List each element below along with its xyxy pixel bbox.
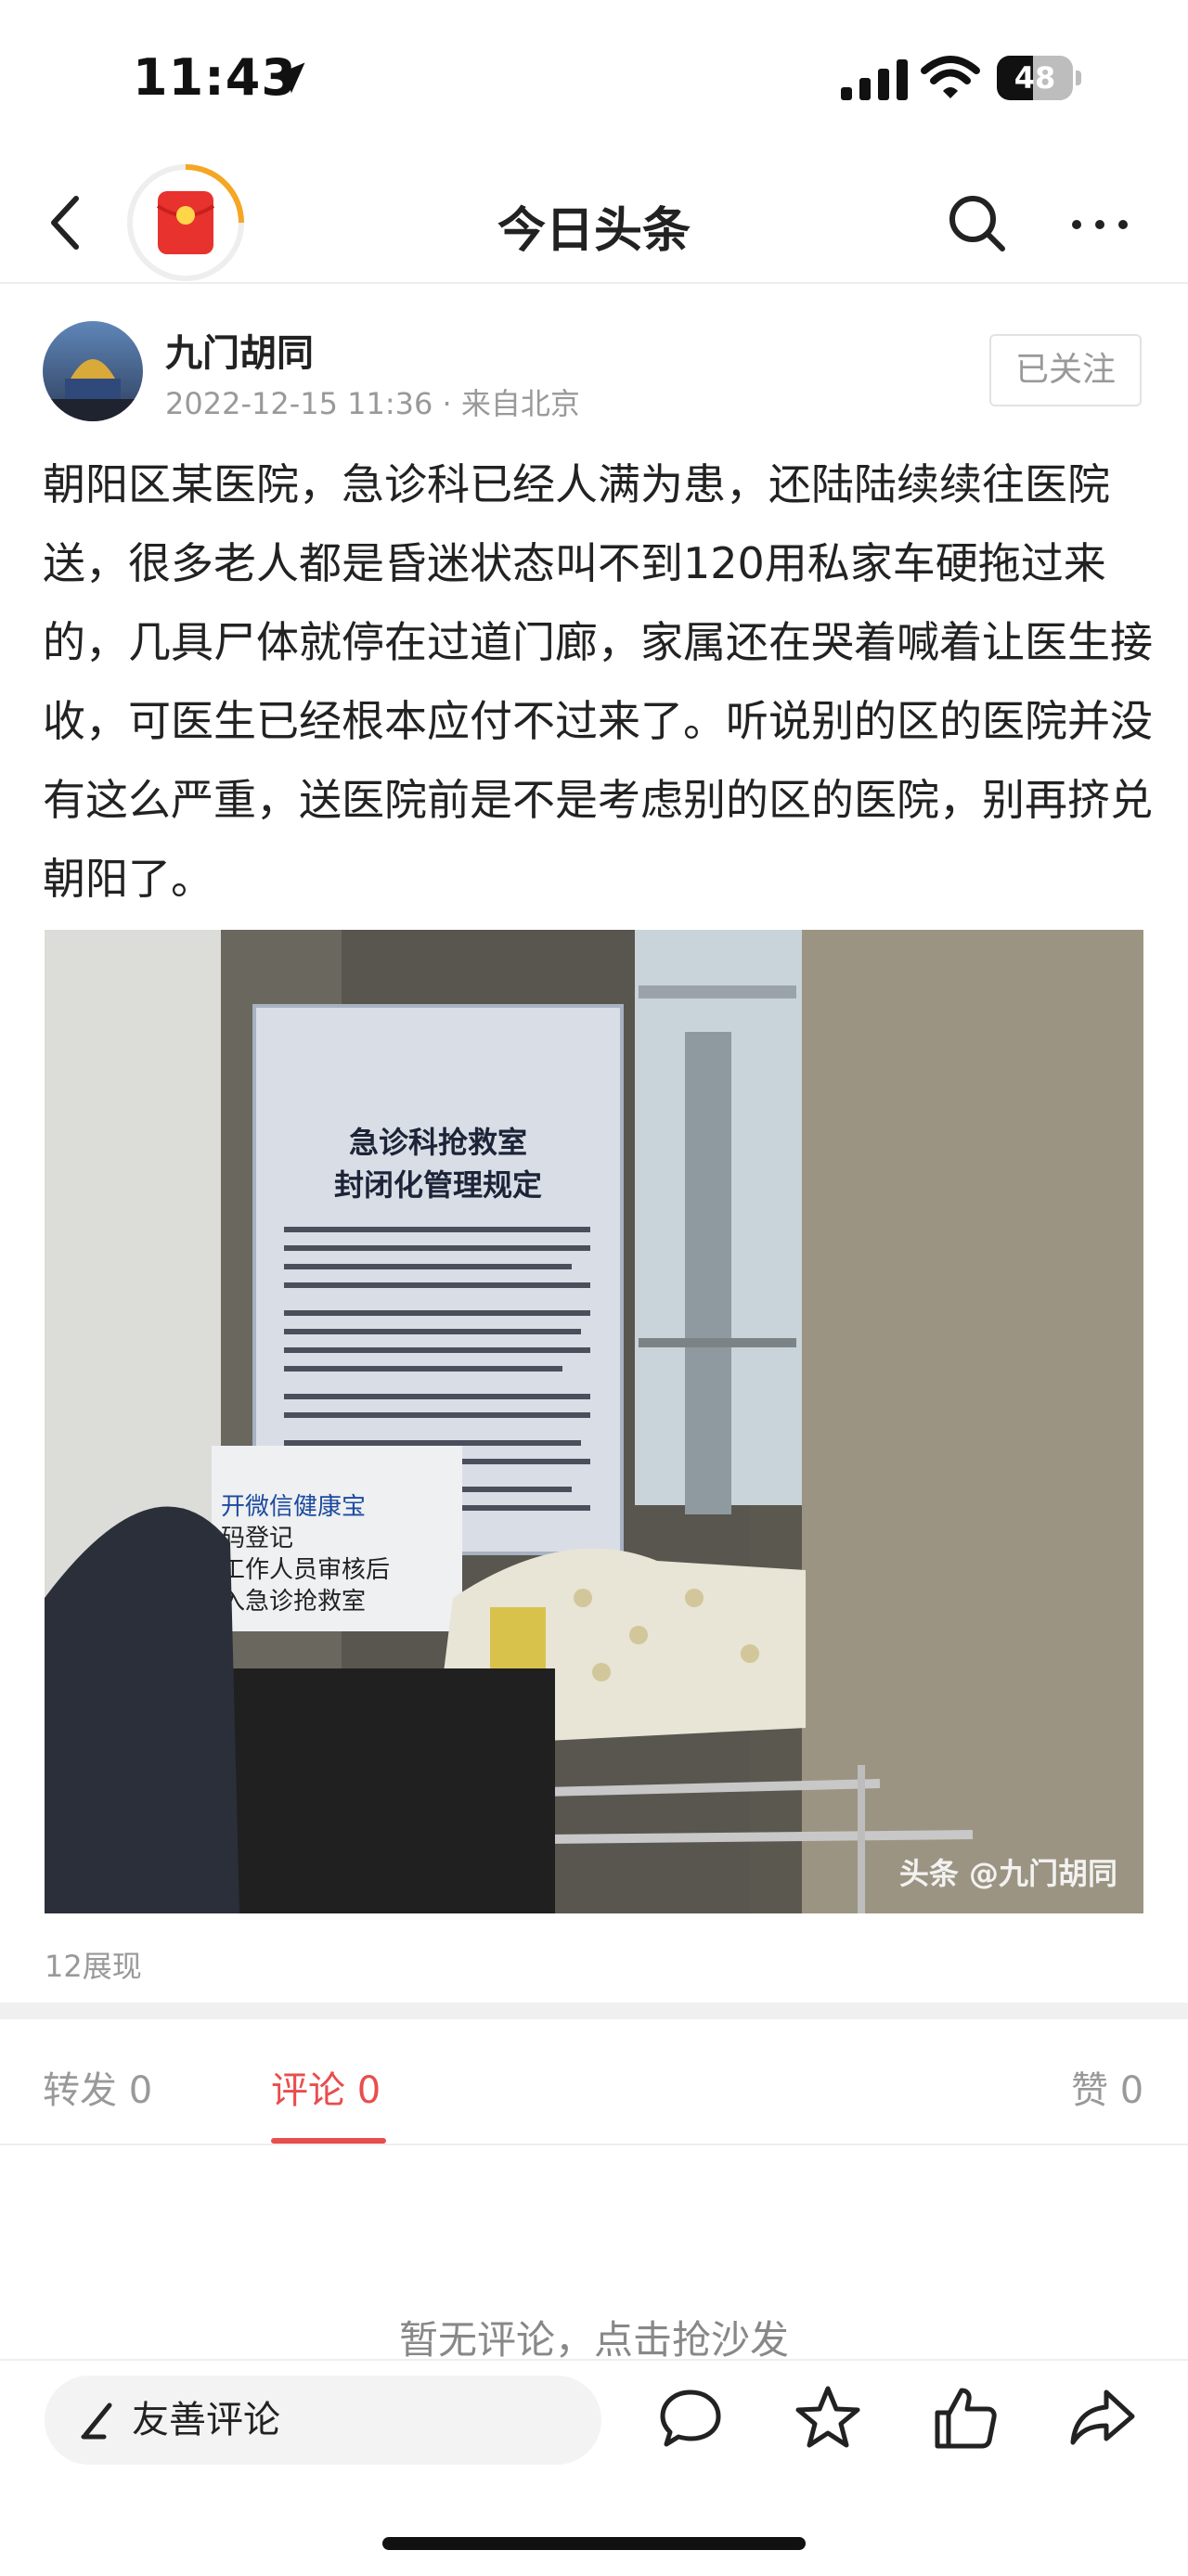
view-count: 12展现 bbox=[45, 1949, 142, 1984]
wifi-icon bbox=[921, 56, 980, 98]
side-sign-line-3: 工作人员审核后 bbox=[221, 1556, 390, 1584]
tab-comments[interactable]: 评论 0 bbox=[271, 2060, 381, 2114]
image-watermark: 头条 @九门胡同 bbox=[898, 1856, 1117, 1891]
sign-title-2: 封闭化管理规定 bbox=[334, 1167, 542, 1203]
home-indicator bbox=[382, 2537, 806, 2550]
tab-likes[interactable]: 赞 0 bbox=[1071, 2060, 1143, 2114]
tabs-divider bbox=[0, 2144, 1188, 2145]
battery-percent: 48 bbox=[1014, 60, 1056, 96]
comment-placeholder: 友善评论 bbox=[132, 2399, 280, 2441]
side-sign-line-2: 码登记 bbox=[221, 1525, 293, 1552]
battery-icon: 48 bbox=[997, 56, 1082, 100]
comment-icon[interactable] bbox=[655, 2383, 726, 2454]
post-image-drawing: 急诊科抢救室 封闭化管理规定 开微信健康宝 码登记 工作人员审核后 入急诊抢救室 bbox=[45, 930, 1143, 1913]
post-body: 朝阳区某医院，急诊科已经人满为患，还陆陆续续往医院送，很多老人都是昏迷状态叫不到… bbox=[43, 459, 1153, 904]
more-icon[interactable] bbox=[1067, 206, 1132, 243]
tab-repost[interactable]: 转发 0 bbox=[43, 2060, 152, 2114]
share-icon[interactable] bbox=[1067, 2383, 1138, 2454]
empty-comments-hint[interactable]: 暂无评论，点击抢沙发 bbox=[0, 2309, 1188, 2365]
location-arrow-icon bbox=[274, 62, 305, 94]
like-icon[interactable] bbox=[930, 2383, 1001, 2454]
search-icon[interactable] bbox=[945, 191, 1010, 256]
signal-icon bbox=[841, 59, 908, 100]
page-title: 今日头条 bbox=[497, 203, 691, 259]
star-icon[interactable] bbox=[793, 2383, 863, 2454]
post-image[interactable]: 急诊科抢救室 封闭化管理规定 开微信健康宝 码登记 工作人员审核后 入急诊抢救室… bbox=[45, 930, 1143, 1913]
comment-input[interactable]: 友善评论 bbox=[45, 2376, 601, 2465]
follow-button[interactable]: 已关注 bbox=[989, 334, 1142, 406]
side-sign-line-1: 开微信健康宝 bbox=[221, 1493, 366, 1521]
nav-divider bbox=[0, 282, 1188, 284]
post-meta: 2022-12-15 11:36 · 来自北京 bbox=[165, 386, 580, 421]
section-divider bbox=[0, 2003, 1188, 2019]
sign-title-1: 急诊科抢救室 bbox=[349, 1125, 527, 1160]
avatar[interactable] bbox=[43, 321, 143, 421]
side-sign-line-4: 入急诊抢救室 bbox=[221, 1588, 366, 1616]
pen-icon bbox=[81, 2402, 112, 2440]
author-name[interactable]: 九门胡同 bbox=[165, 323, 314, 377]
